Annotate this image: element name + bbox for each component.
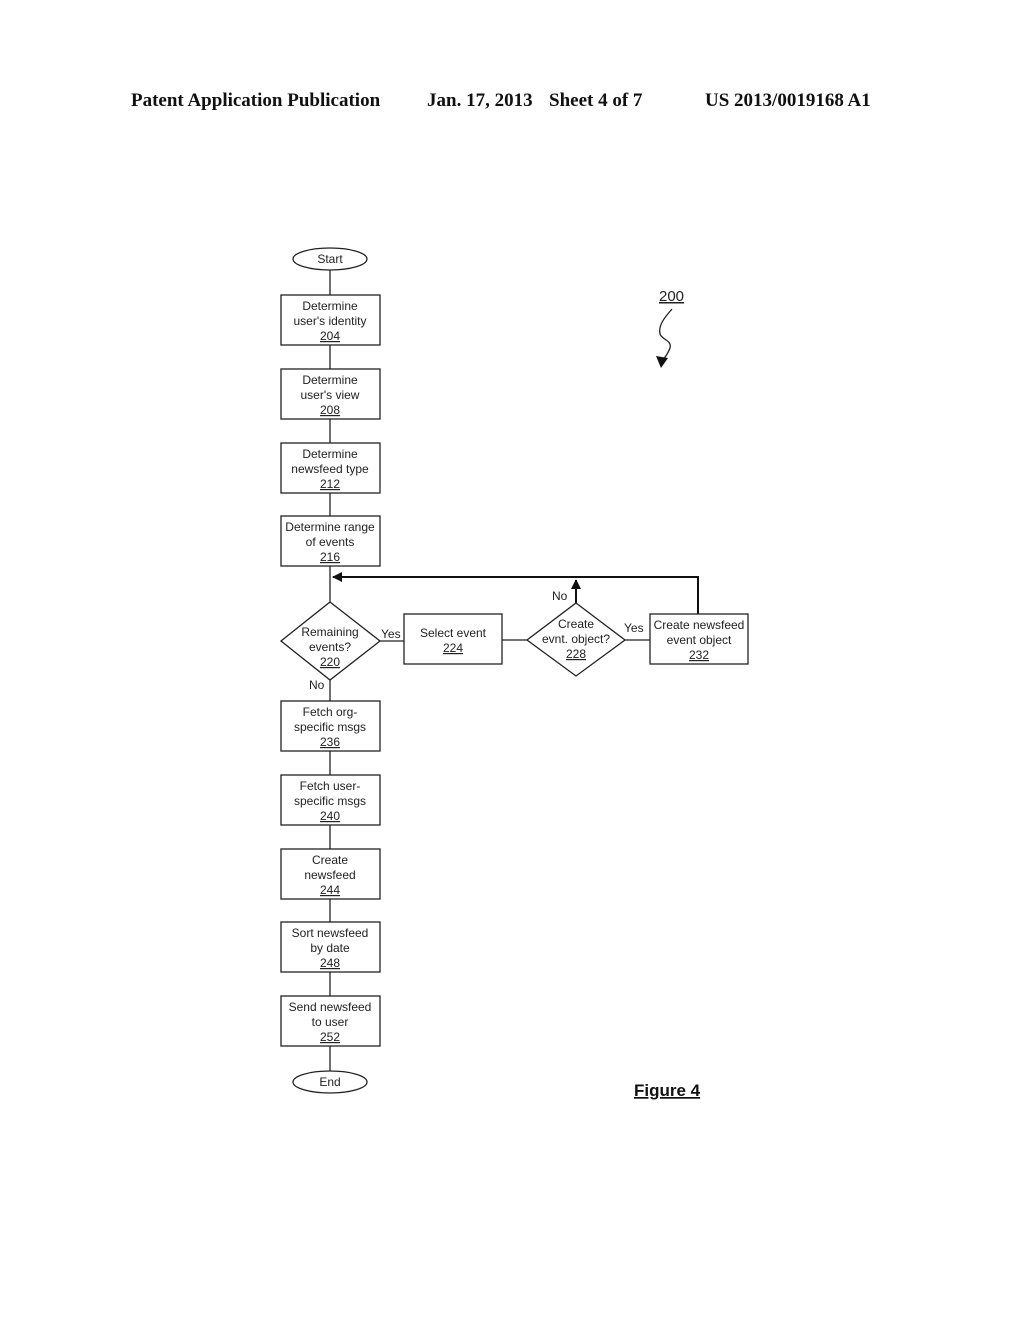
step-232: Create newsfeed event object 232 xyxy=(649,613,749,665)
step-252: Send newsfeed to user 252 xyxy=(280,995,381,1047)
step-248-line2: by date xyxy=(310,941,350,955)
step-252-line1: Send newsfeed xyxy=(289,1000,372,1014)
step-240-line1: Fetch user- xyxy=(300,779,361,793)
step-244-line2: newsfeed xyxy=(304,868,355,882)
decision-220-no-label: No xyxy=(309,678,325,692)
reference-number: 200 xyxy=(659,288,684,305)
step-204-ref: 204 xyxy=(320,329,340,343)
step-248-ref: 248 xyxy=(320,956,340,970)
step-212-line2: newsfeed type xyxy=(291,462,369,476)
step-248: Sort newsfeed by date 248 xyxy=(280,921,381,973)
decision-220-line2: events? xyxy=(309,640,351,654)
step-252-ref: 252 xyxy=(320,1030,340,1044)
step-224-line1: Select event xyxy=(420,626,487,640)
step-224-ref: 224 xyxy=(443,641,463,655)
step-204-line2: user's identity xyxy=(294,314,367,328)
step-216-ref: 216 xyxy=(320,550,340,564)
end-label: End xyxy=(319,1075,340,1089)
decision-228-yes-label: Yes xyxy=(624,621,644,635)
step-236-ref: 236 xyxy=(320,735,340,749)
step-208-ref: 208 xyxy=(320,403,340,417)
loop-back-arrow xyxy=(332,572,699,614)
step-204: Determine user's identity 204 xyxy=(280,294,381,346)
decision-228: Create evnt. object? 228 Yes No xyxy=(525,589,644,677)
step-240: Fetch user- specific msgs 240 xyxy=(280,774,381,826)
step-240-line2: specific msgs xyxy=(294,794,366,808)
step-204-line1: Determine xyxy=(302,299,358,313)
step-212: Determine newsfeed type 212 xyxy=(280,442,381,494)
flowchart-diagram: Start Determine user's identity 204 Dete… xyxy=(279,247,749,1100)
end-terminal: End xyxy=(292,1070,368,1094)
figure-reference-200: 200 xyxy=(656,288,684,368)
decision-220: Remaining events? 220 Yes No xyxy=(279,601,401,692)
decision-228-ref: 228 xyxy=(566,647,586,661)
step-244-ref: 244 xyxy=(320,883,340,897)
step-216: Determine range of events 216 xyxy=(280,515,381,567)
step-232-line2: event object xyxy=(667,633,732,647)
step-240-ref: 240 xyxy=(320,809,340,823)
step-252-line2: to user xyxy=(312,1015,349,1029)
decision-220-ref: 220 xyxy=(320,655,340,669)
squiggle-arrow-icon xyxy=(658,308,673,363)
step-212-line1: Determine xyxy=(302,447,358,461)
decision-220-line1: Remaining xyxy=(301,625,358,639)
arrowhead-icon xyxy=(656,356,668,368)
step-216-line1: Determine range xyxy=(285,520,375,534)
decision-228-line1: Create xyxy=(558,617,594,631)
step-232-line1: Create newsfeed xyxy=(654,618,745,632)
step-224: Select event 224 xyxy=(403,613,503,665)
step-208-line1: Determine xyxy=(302,373,358,387)
step-232-ref: 232 xyxy=(689,648,709,662)
decision-228-line2: evnt. object? xyxy=(542,632,610,646)
step-244-line1: Create xyxy=(312,853,348,867)
decision-220-yes-label: Yes xyxy=(381,627,401,641)
step-208: Determine user's view 208 xyxy=(280,368,381,420)
decision-228-no-label: No xyxy=(552,589,568,603)
step-236-line1: Fetch org- xyxy=(303,705,358,719)
start-label: Start xyxy=(317,252,343,266)
start-terminal: Start xyxy=(292,247,368,271)
step-212-ref: 212 xyxy=(320,477,340,491)
step-248-line1: Sort newsfeed xyxy=(292,926,369,940)
step-236: Fetch org- specific msgs 236 xyxy=(280,700,381,752)
step-208-line2: user's view xyxy=(301,388,360,402)
step-244: Create newsfeed 244 xyxy=(280,848,381,900)
connectors xyxy=(329,270,699,1071)
step-216-line2: of events xyxy=(306,535,355,549)
figure-label: Figure 4 xyxy=(634,1081,701,1100)
step-236-line2: specific msgs xyxy=(294,720,366,734)
